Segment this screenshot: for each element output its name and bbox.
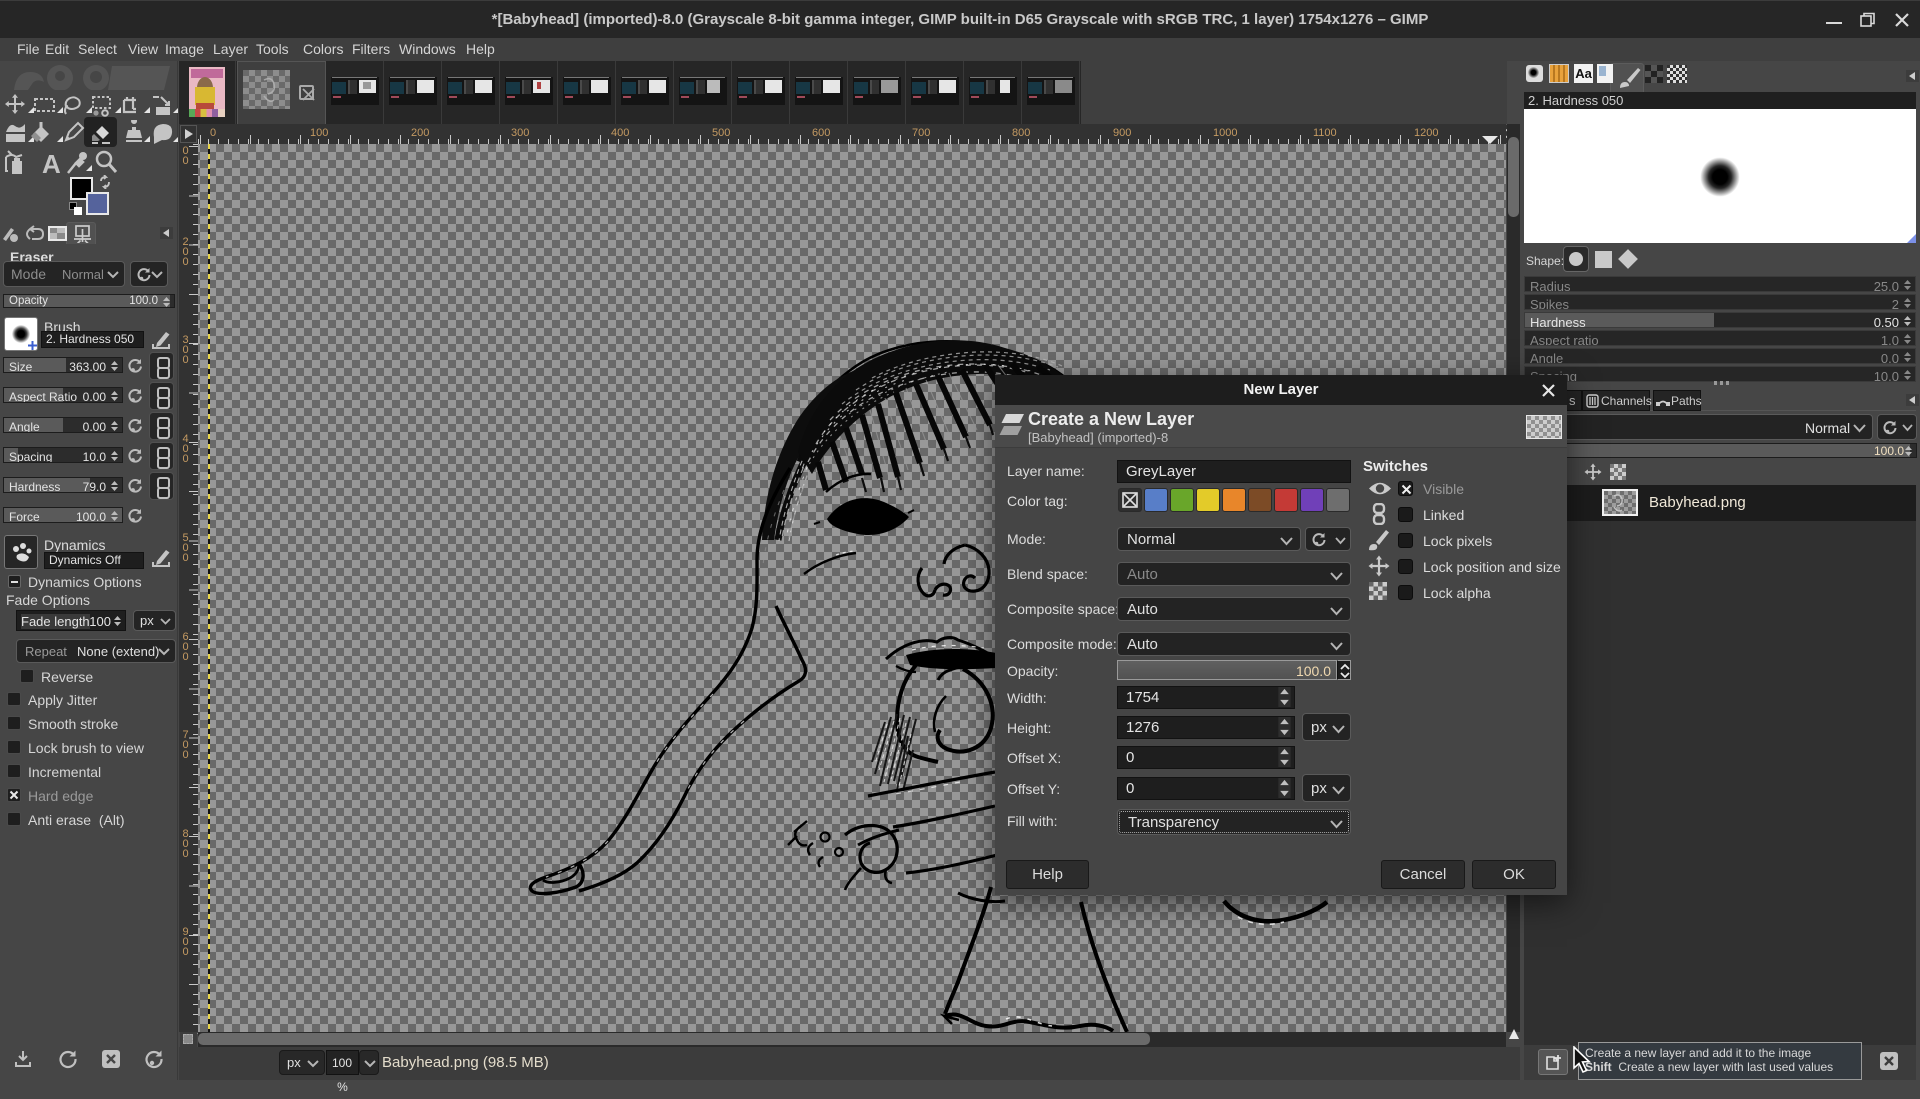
svg-text:A: A xyxy=(42,149,61,177)
